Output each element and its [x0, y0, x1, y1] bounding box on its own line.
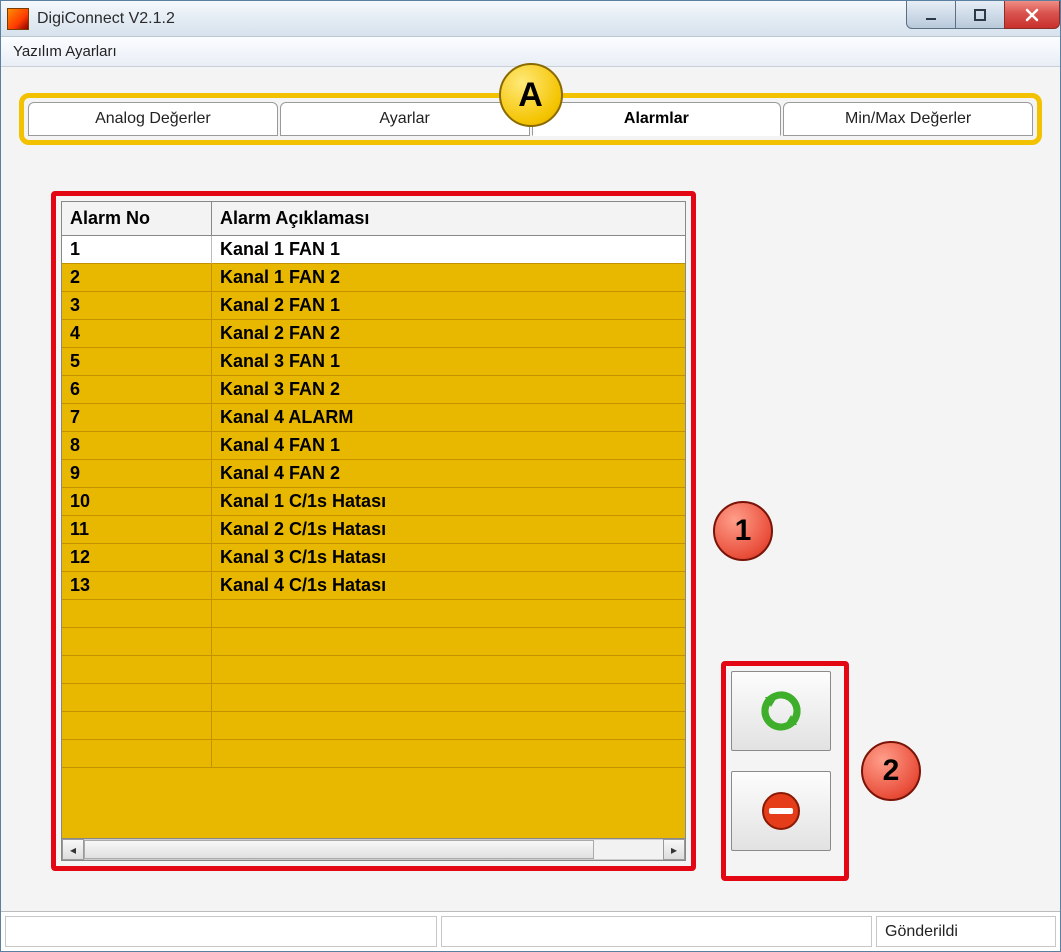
cell-alarm-desc: Kanal 1 FAN 1	[212, 236, 685, 264]
cell-alarm-no: 10	[62, 488, 212, 516]
tab-minmax-values[interactable]: Min/Max Değerler	[783, 102, 1033, 136]
maximize-icon	[973, 8, 987, 22]
tab-alarms[interactable]: Alarmlar	[532, 102, 782, 136]
status-cell-left	[5, 916, 437, 947]
table-row[interactable]: 7Kanal 4 ALARM	[62, 404, 685, 432]
table-row[interactable]: 12Kanal 3 C/1s Hatası	[62, 544, 685, 572]
cell-alarm-desc: Kanal 4 FAN 2	[212, 460, 685, 488]
table-row[interactable]: 4Kanal 2 FAN 2	[62, 320, 685, 348]
table-row[interactable]: 1Kanal 1 FAN 1	[62, 236, 685, 264]
cell-alarm-no: 12	[62, 544, 212, 572]
scrollbar-track[interactable]	[84, 839, 663, 860]
column-header-alarm-no[interactable]: Alarm No	[62, 202, 212, 235]
scroll-right-button[interactable]: ▸	[663, 839, 685, 860]
table-row[interactable]: 3Kanal 2 FAN 1	[62, 292, 685, 320]
scroll-left-button[interactable]: ◂	[62, 839, 84, 860]
table-row-empty	[62, 656, 685, 684]
cell-alarm-no: 11	[62, 516, 212, 544]
minimize-icon	[924, 8, 938, 22]
annotation-A: A	[499, 63, 563, 127]
cell-alarm-no: 7	[62, 404, 212, 432]
close-button[interactable]	[1004, 1, 1060, 29]
annotation-2: 2	[861, 741, 921, 801]
scrollbar-thumb[interactable]	[84, 840, 594, 859]
clear-button[interactable]	[731, 771, 831, 851]
cell-alarm-desc: Kanal 4 ALARM	[212, 404, 685, 432]
minimize-button[interactable]	[906, 1, 956, 29]
stop-icon	[757, 787, 805, 835]
cell-empty	[212, 740, 685, 768]
table-row-empty	[62, 600, 685, 628]
menu-software-settings[interactable]: Yazılım Ayarları	[5, 39, 125, 64]
side-button-group	[731, 671, 839, 851]
cell-alarm-no: 4	[62, 320, 212, 348]
cell-alarm-desc: Kanal 3 FAN 2	[212, 376, 685, 404]
table-row-empty	[62, 684, 685, 712]
cell-empty	[212, 628, 685, 656]
cell-empty	[62, 740, 212, 768]
cell-alarm-no: 6	[62, 376, 212, 404]
cell-empty	[62, 600, 212, 628]
table-body: 1Kanal 1 FAN 12Kanal 1 FAN 23Kanal 2 FAN…	[62, 236, 685, 838]
status-cell-right: Gönderildi	[876, 916, 1056, 947]
cell-empty	[212, 684, 685, 712]
refresh-icon	[757, 687, 805, 735]
table-row[interactable]: 11Kanal 2 C/1s Hatası	[62, 516, 685, 544]
table-row-empty	[62, 712, 685, 740]
cell-empty	[212, 656, 685, 684]
cell-alarm-desc: Kanal 2 C/1s Hatası	[212, 516, 685, 544]
statusbar: Gönderildi	[1, 911, 1060, 951]
refresh-button[interactable]	[731, 671, 831, 751]
cell-alarm-no: 1	[62, 236, 212, 264]
cell-alarm-no: 13	[62, 572, 212, 600]
cell-alarm-desc: Kanal 4 C/1s Hatası	[212, 572, 685, 600]
window-title: DigiConnect V2.1.2	[37, 10, 175, 28]
column-header-alarm-desc[interactable]: Alarm Açıklaması	[212, 202, 685, 235]
cell-alarm-desc: Kanal 3 FAN 1	[212, 348, 685, 376]
alarms-table: Alarm No Alarm Açıklaması 1Kanal 1 FAN 1…	[61, 201, 686, 861]
cell-alarm-no: 3	[62, 292, 212, 320]
cell-alarm-no: 2	[62, 264, 212, 292]
table-row-empty	[62, 628, 685, 656]
table-row[interactable]: 2Kanal 1 FAN 2	[62, 264, 685, 292]
triangle-right-icon: ▸	[671, 843, 677, 857]
cell-alarm-desc: Kanal 3 C/1s Hatası	[212, 544, 685, 572]
table-row-empty	[62, 740, 685, 768]
titlebar: DigiConnect V2.1.2	[1, 1, 1060, 37]
cell-alarm-no: 9	[62, 460, 212, 488]
cell-alarm-no: 8	[62, 432, 212, 460]
cell-alarm-desc: Kanal 1 C/1s Hatası	[212, 488, 685, 516]
cell-empty	[212, 600, 685, 628]
cell-empty	[62, 656, 212, 684]
status-cell-middle	[441, 916, 873, 947]
table-row[interactable]: 5Kanal 3 FAN 1	[62, 348, 685, 376]
table-row[interactable]: 13Kanal 4 C/1s Hatası	[62, 572, 685, 600]
maximize-button[interactable]	[955, 1, 1005, 29]
cell-empty	[62, 628, 212, 656]
table-row[interactable]: 9Kanal 4 FAN 2	[62, 460, 685, 488]
annotation-1: 1	[713, 501, 773, 561]
cell-alarm-desc: Kanal 2 FAN 2	[212, 320, 685, 348]
app-window: DigiConnect V2.1.2 Yazılım Ayarları A An…	[0, 0, 1061, 952]
table-header-row: Alarm No Alarm Açıklaması	[62, 202, 685, 236]
tab-analog-values[interactable]: Analog Değerler	[28, 102, 278, 136]
horizontal-scrollbar[interactable]: ◂ ▸	[62, 838, 685, 860]
cell-empty	[62, 712, 212, 740]
table-row[interactable]: 8Kanal 4 FAN 1	[62, 432, 685, 460]
cell-empty	[62, 684, 212, 712]
cell-alarm-no: 5	[62, 348, 212, 376]
cell-alarm-desc: Kanal 4 FAN 1	[212, 432, 685, 460]
triangle-left-icon: ◂	[70, 843, 76, 857]
cell-alarm-desc: Kanal 2 FAN 1	[212, 292, 685, 320]
close-icon	[1024, 7, 1040, 23]
table-row[interactable]: 6Kanal 3 FAN 2	[62, 376, 685, 404]
cell-empty	[212, 712, 685, 740]
tab-settings[interactable]: Ayarlar	[280, 102, 530, 136]
cell-alarm-desc: Kanal 1 FAN 2	[212, 264, 685, 292]
app-icon	[7, 8, 29, 30]
table-row[interactable]: 10Kanal 1 C/1s Hatası	[62, 488, 685, 516]
window-controls	[907, 1, 1060, 29]
